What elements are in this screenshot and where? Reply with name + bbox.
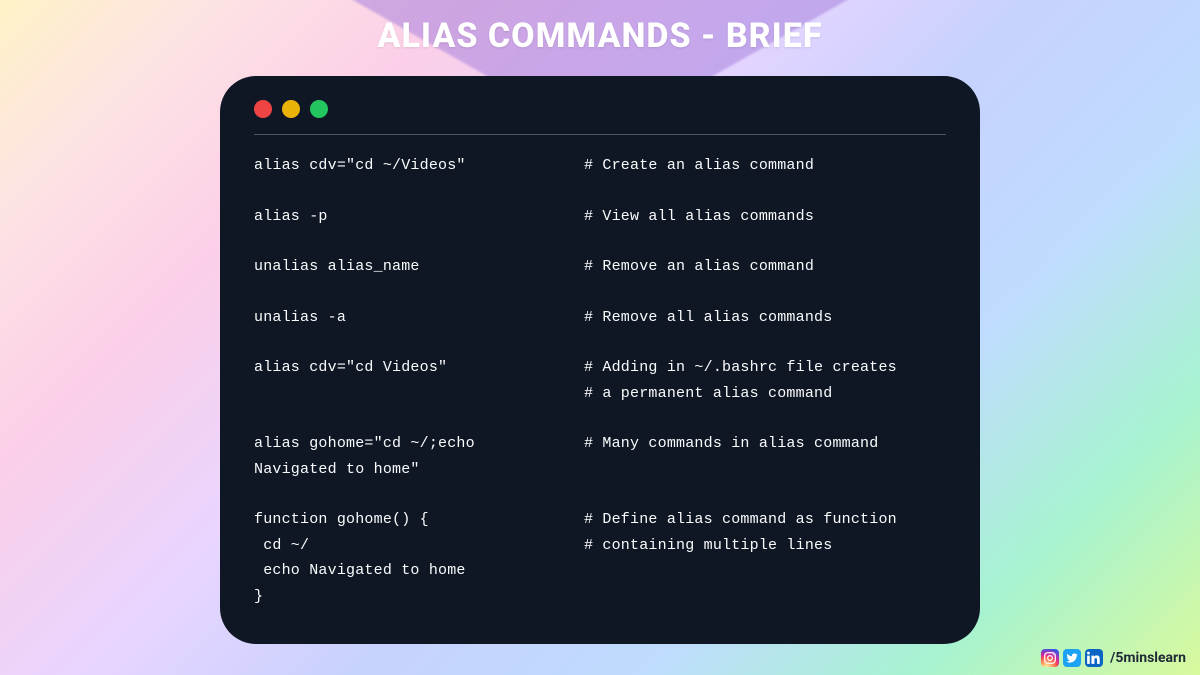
- command-text: function gohome() {: [254, 507, 584, 533]
- social-links: /5minslearn: [1041, 649, 1186, 667]
- comment-text: # Define alias command as function: [584, 507, 897, 533]
- comment-text: # Remove an alias command: [584, 254, 814, 280]
- code-row: alias gohome="cd ~/;echo# Many commands …: [254, 431, 946, 457]
- code-row: unalias -a# Remove all alias commands: [254, 305, 946, 331]
- instagram-icon[interactable]: [1041, 649, 1059, 667]
- block-spacer: [254, 482, 946, 507]
- block-spacer: [254, 229, 946, 254]
- code-row: cd ~/# containing multiple lines: [254, 533, 946, 559]
- terminal-window: alias cdv="cd ~/Videos"# Create an alias…: [220, 76, 980, 644]
- command-text: Navigated to home": [254, 457, 584, 483]
- command-text: alias cdv="cd Videos": [254, 355, 584, 381]
- comment-text: # View all alias commands: [584, 204, 814, 230]
- code-row: Navigated to home": [254, 457, 946, 483]
- command-text: cd ~/: [254, 533, 584, 559]
- linkedin-icon[interactable]: [1085, 649, 1103, 667]
- window-controls: [254, 100, 946, 135]
- comment-text: # Create an alias command: [584, 153, 814, 179]
- social-handle: /5minslearn: [1110, 650, 1186, 666]
- code-row: unalias alias_name# Remove an alias comm…: [254, 254, 946, 280]
- comment-text: # Many commands in alias command: [584, 431, 878, 457]
- code-row: function gohome() {# Define alias comman…: [254, 507, 946, 533]
- code-row: echo Navigated to home: [254, 558, 946, 584]
- code-row: alias cdv="cd ~/Videos"# Create an alias…: [254, 153, 946, 179]
- command-text: unalias -a: [254, 305, 584, 331]
- command-text: }: [254, 584, 584, 610]
- comment-text: # containing multiple lines: [584, 533, 832, 559]
- code-row: alias cdv="cd Videos"# Adding in ~/.bash…: [254, 355, 946, 381]
- close-icon: [254, 100, 272, 118]
- code-block: alias cdv="cd ~/Videos"# Create an alias…: [254, 153, 946, 609]
- comment-text: # Remove all alias commands: [584, 305, 832, 331]
- comment-text: # Adding in ~/.bashrc file creates: [584, 355, 897, 381]
- twitter-icon[interactable]: [1063, 649, 1081, 667]
- command-text: echo Navigated to home: [254, 558, 584, 584]
- block-spacer: [254, 406, 946, 431]
- block-spacer: [254, 280, 946, 305]
- command-text: [254, 381, 584, 407]
- block-spacer: [254, 179, 946, 204]
- block-spacer: [254, 330, 946, 355]
- command-text: unalias alias_name: [254, 254, 584, 280]
- command-text: alias cdv="cd ~/Videos": [254, 153, 584, 179]
- command-text: alias gohome="cd ~/;echo: [254, 431, 584, 457]
- code-row: # a permanent alias command: [254, 381, 946, 407]
- maximize-icon: [310, 100, 328, 118]
- minimize-icon: [282, 100, 300, 118]
- page-title: ALIAS COMMANDS - BRIEF: [0, 16, 1200, 56]
- code-row: alias -p# View all alias commands: [254, 204, 946, 230]
- comment-text: # a permanent alias command: [584, 381, 832, 407]
- code-row: }: [254, 584, 946, 610]
- command-text: alias -p: [254, 204, 584, 230]
